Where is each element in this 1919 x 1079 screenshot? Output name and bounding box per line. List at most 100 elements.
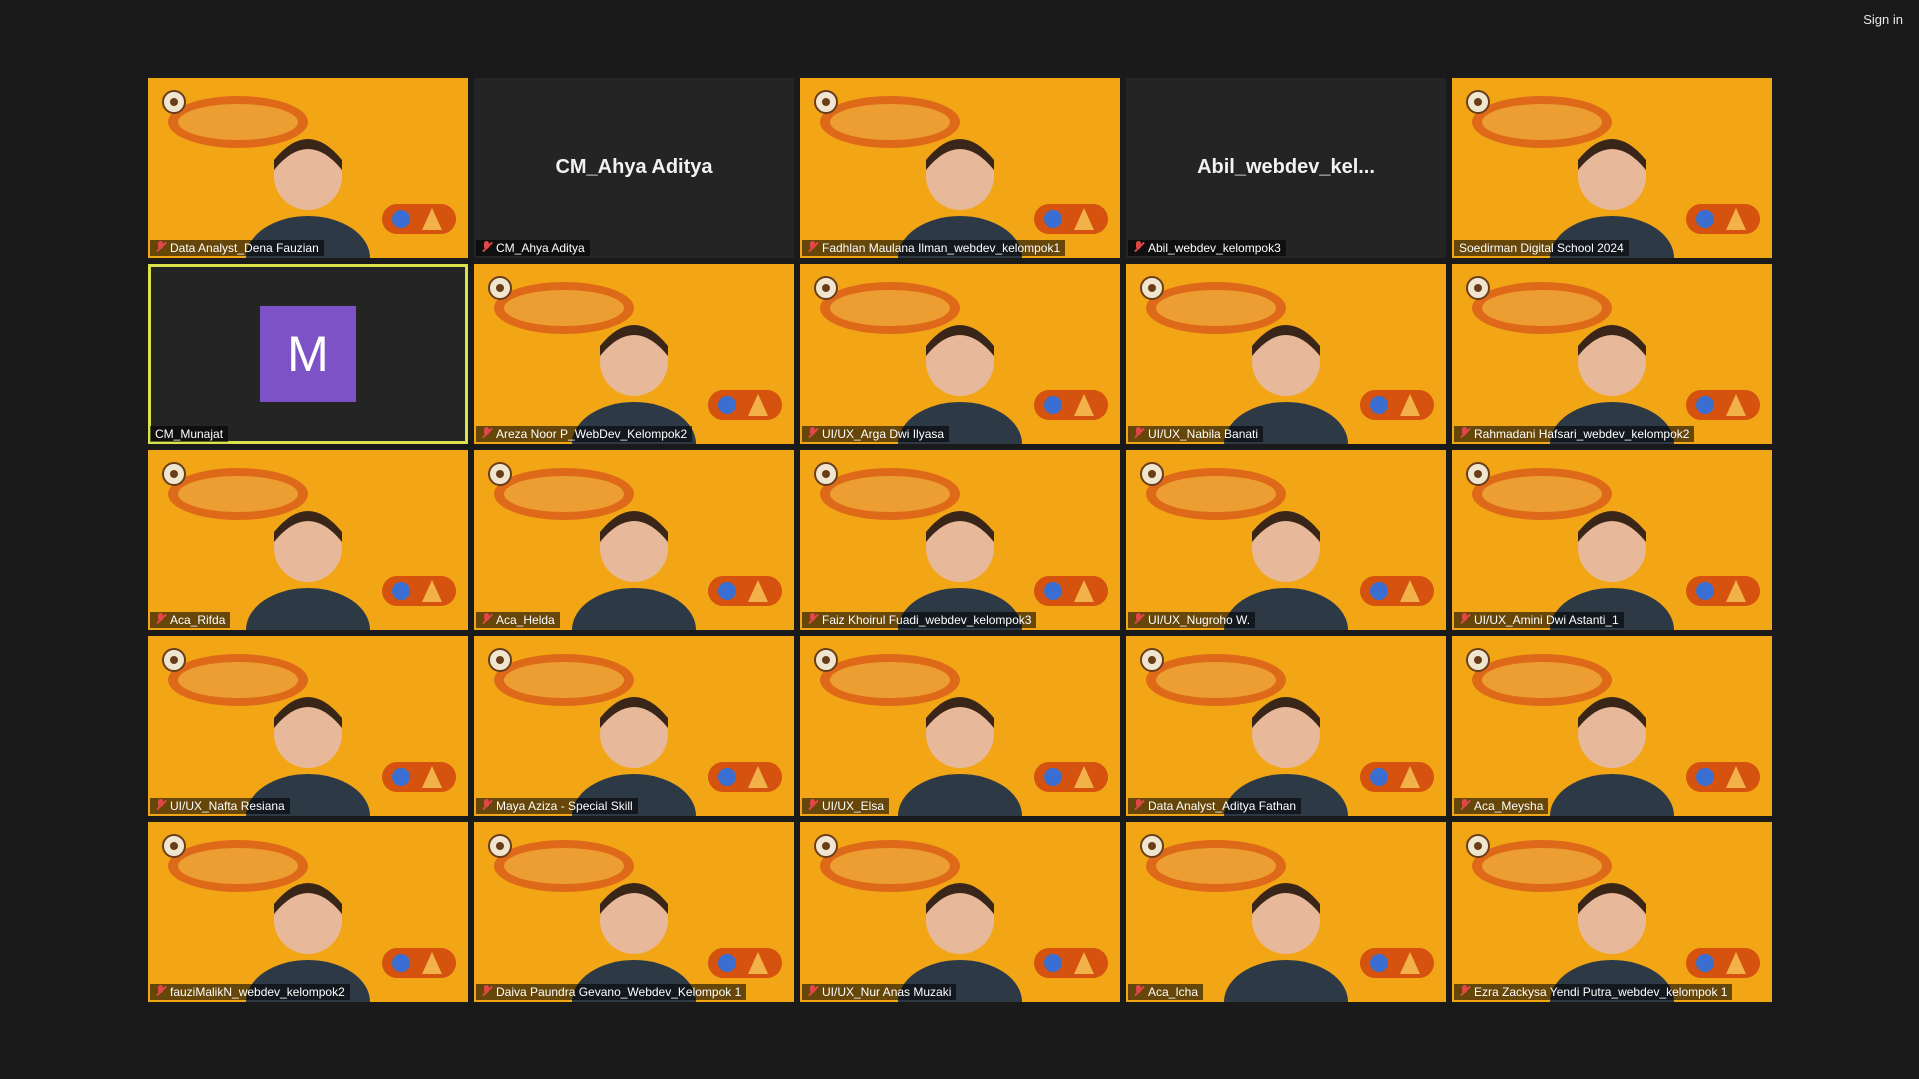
participant-name-label: fauziMalikN_webdev_kelompok2 — [150, 984, 350, 1000]
participant-name: Data Analyst_Aditya Fathan — [1148, 799, 1297, 813]
participant-tile[interactable]: fauziMalikN_webdev_kelompok2 — [148, 822, 468, 1002]
muted-mic-icon — [1133, 984, 1145, 998]
participant-tile[interactable]: UI/UX_Nur Anas Muzaki — [800, 822, 1120, 1002]
participant-tile[interactable]: Data Analyst_Dena Fauzian — [148, 78, 468, 258]
participant-figure — [898, 139, 1022, 258]
participant-name: Abil_webdev_kelompok3 — [1148, 241, 1281, 255]
participant-name: Maya Aziza - Special Skill — [496, 799, 633, 813]
participant-name: UI/UX_Nugroho W. — [1148, 613, 1251, 627]
participant-figure — [246, 511, 370, 630]
participant-figure — [898, 511, 1022, 630]
participant-name-label: Data Analyst_Dena Fauzian — [150, 240, 324, 256]
event-badges — [1686, 948, 1760, 978]
participant-name: UI/UX_Nabila Banati — [1148, 427, 1259, 441]
participant-name: Aca_Helda — [496, 613, 555, 627]
event-badges — [382, 948, 456, 978]
participant-tile[interactable]: UI/UX_Nabila Banati — [1126, 264, 1446, 444]
participant-tile[interactable]: Rahmadani Hafsari_webdev_kelompok2 — [1452, 264, 1772, 444]
event-badges — [1034, 576, 1108, 606]
participant-name-label: Areza Noor P_WebDev_Kelompok2 — [476, 426, 693, 442]
event-badges — [382, 576, 456, 606]
muted-mic-icon — [481, 984, 493, 998]
event-badges — [1686, 576, 1760, 606]
participant-name: Aca_Icha — [1148, 985, 1199, 999]
event-badges — [708, 576, 782, 606]
participant-tile[interactable]: Faiz Khoirul Fuadi_webdev_kelompok3 — [800, 450, 1120, 630]
participant-name: Areza Noor P_WebDev_Kelompok2 — [496, 427, 688, 441]
muted-mic-icon — [1459, 612, 1471, 626]
muted-mic-icon — [807, 426, 819, 440]
participant-name: Rahmadani Hafsari_webdev_kelompok2 — [1474, 427, 1690, 441]
participant-name: fauziMalikN_webdev_kelompok2 — [170, 985, 345, 999]
participant-tile[interactable]: UI/UX_Amini Dwi Astanti_1 — [1452, 450, 1772, 630]
participant-tile[interactable]: Soedirman Digital School 2024 — [1452, 78, 1772, 258]
sign-in-button[interactable]: Sign in — [1857, 8, 1909, 31]
participant-tile[interactable]: Aca_Rifda — [148, 450, 468, 630]
event-badges — [1034, 948, 1108, 978]
avatar: M — [260, 306, 356, 402]
participant-tile[interactable]: Aca_Meysha — [1452, 636, 1772, 816]
participant-tile[interactable]: CM_Ahya Aditya CM_Ahya Aditya — [474, 78, 794, 258]
participant-name: Aca_Meysha — [1474, 799, 1544, 813]
participant-name: Fadhlan Maulana Ilman_webdev_kelompok1 — [822, 241, 1061, 255]
participant-name-label: Aca_Rifda — [150, 612, 231, 628]
muted-mic-icon — [481, 612, 493, 626]
participant-name-label: CM_Munajat — [150, 426, 229, 442]
participant-tile[interactable]: Aca_Helda — [474, 450, 794, 630]
event-badges — [1360, 390, 1434, 420]
participant-name: Ezra Zackysa Yendi Putra_webdev_kelompok… — [1474, 985, 1728, 999]
participant-name-label: Ezra Zackysa Yendi Putra_webdev_kelompok… — [1454, 984, 1733, 1000]
participant-tile[interactable]: Daiva Paundra Gevano_Webdev_Kelompok 1 — [474, 822, 794, 1002]
participant-figure — [1550, 139, 1674, 258]
participant-tile[interactable]: Fadhlan Maulana Ilman_webdev_kelompok1 — [800, 78, 1120, 258]
participant-name-label: Aca_Meysha — [1454, 798, 1549, 814]
muted-mic-icon — [1459, 426, 1471, 440]
participant-figure — [1224, 883, 1348, 1002]
event-badges — [708, 762, 782, 792]
participant-tile[interactable]: UI/UX_Arga Dwi Ilyasa — [800, 264, 1120, 444]
participant-name: UI/UX_Arga Dwi Ilyasa — [822, 427, 945, 441]
participant-name-label: UI/UX_Nugroho W. — [1128, 612, 1256, 628]
participant-figure — [572, 883, 696, 1002]
participant-name-label: Faiz Khoirul Fuadi_webdev_kelompok3 — [802, 612, 1037, 628]
participant-tile[interactable]: UI/UX_Elsa — [800, 636, 1120, 816]
participant-tile[interactable]: M CM_Munajat — [148, 264, 468, 444]
participant-figure — [1224, 697, 1348, 816]
participant-figure — [246, 697, 370, 816]
participant-name: Aca_Rifda — [170, 613, 226, 627]
muted-mic-icon — [155, 612, 167, 626]
participant-tile[interactable]: UI/UX_Nugroho W. — [1126, 450, 1446, 630]
muted-mic-icon — [481, 240, 493, 254]
participant-tile[interactable]: Ezra Zackysa Yendi Putra_webdev_kelompok… — [1452, 822, 1772, 1002]
participant-name-label: UI/UX_Nafta Resiana — [150, 798, 290, 814]
event-badges — [382, 762, 456, 792]
participant-tile[interactable]: Data Analyst_Aditya Fathan — [1126, 636, 1446, 816]
participant-figure — [572, 511, 696, 630]
muted-mic-icon — [1133, 240, 1145, 254]
muted-mic-icon — [1133, 612, 1145, 626]
event-badges — [708, 390, 782, 420]
participant-tile[interactable]: Maya Aziza - Special Skill — [474, 636, 794, 816]
participant-figure — [1224, 511, 1348, 630]
participant-name-label: Soedirman Digital School 2024 — [1454, 240, 1629, 256]
participant-tile[interactable]: Aca_Icha — [1126, 822, 1446, 1002]
event-badges — [1686, 390, 1760, 420]
muted-mic-icon — [155, 798, 167, 812]
event-badges — [1686, 204, 1760, 234]
muted-mic-icon — [807, 612, 819, 626]
event-badges — [1686, 762, 1760, 792]
event-badges — [382, 204, 456, 234]
participant-name: Daiva Paundra Gevano_Webdev_Kelompok 1 — [496, 985, 742, 999]
participant-name: Soedirman Digital School 2024 — [1459, 241, 1624, 255]
participant-figure — [1550, 511, 1674, 630]
participant-name-label: UI/UX_Amini Dwi Astanti_1 — [1454, 612, 1624, 628]
participant-tile[interactable]: Areza Noor P_WebDev_Kelompok2 — [474, 264, 794, 444]
participant-tile[interactable]: Abil_webdev_kel... Abil_webdev_kelompok3 — [1126, 78, 1446, 258]
participant-name: CM_Ahya Aditya — [496, 241, 585, 255]
participant-tile[interactable]: UI/UX_Nafta Resiana — [148, 636, 468, 816]
participant-figure — [246, 139, 370, 258]
participant-display-name: CM_Ahya Aditya — [555, 156, 713, 178]
participant-name-label: UI/UX_Nabila Banati — [1128, 426, 1264, 442]
participant-figure — [1224, 325, 1348, 444]
participant-name-label: Fadhlan Maulana Ilman_webdev_kelompok1 — [802, 240, 1066, 256]
